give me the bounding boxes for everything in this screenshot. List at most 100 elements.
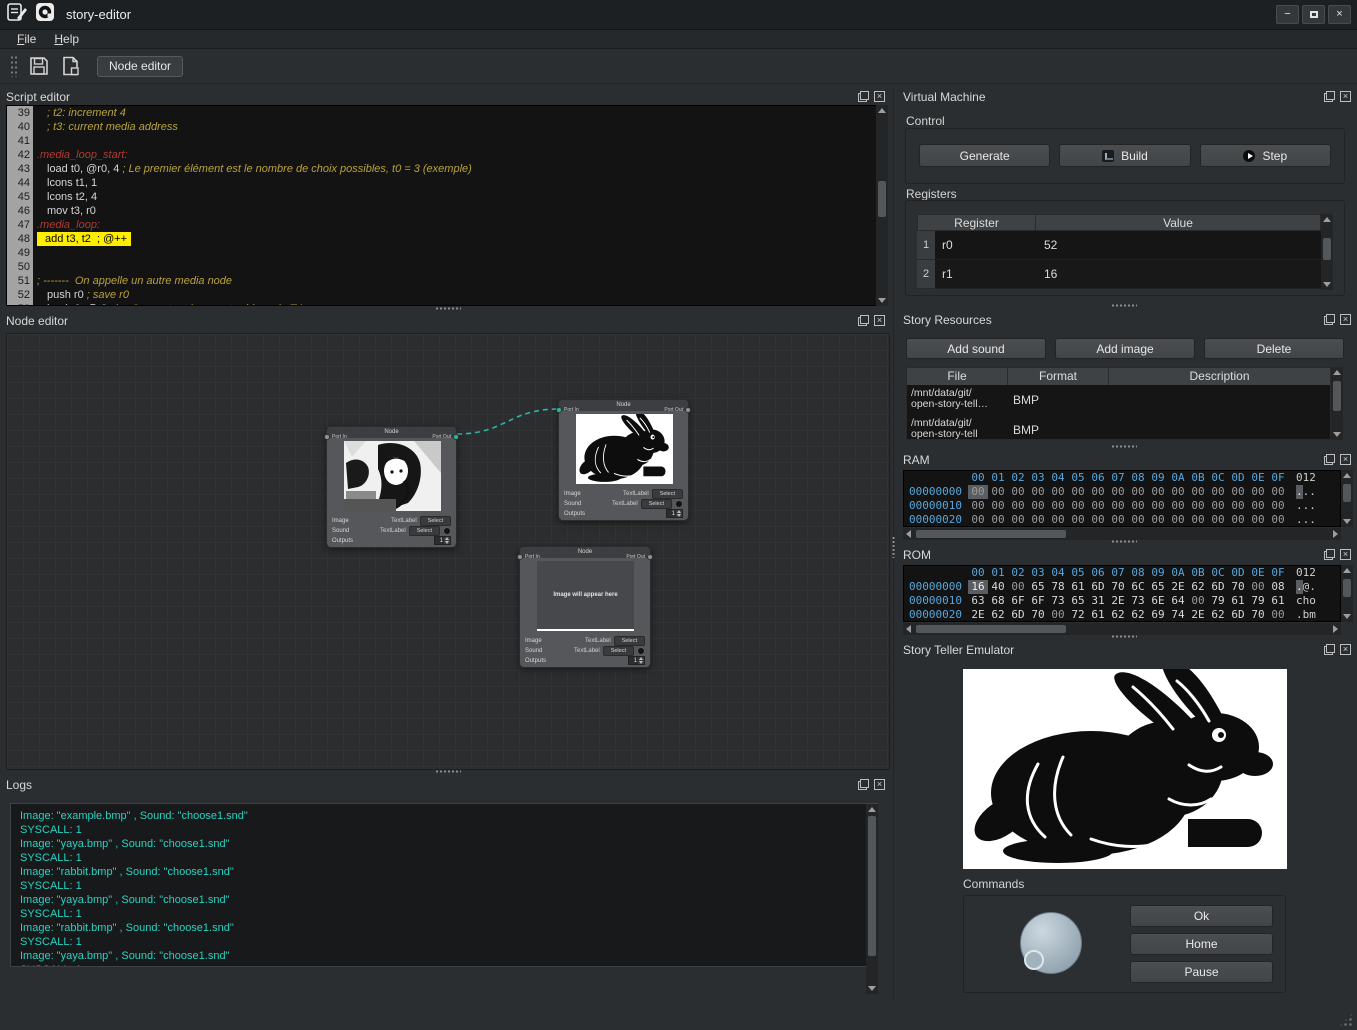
close-panel-icon[interactable]: × [874,779,885,790]
hex-byte[interactable]: 00 [1148,485,1168,499]
hex-row[interactable]: 0000001063686F6F7365312E736E640079617961… [904,594,1340,608]
hex-byte[interactable]: 00 [1128,485,1148,499]
hex-byte[interactable]: 00 [1108,513,1128,527]
hex-byte[interactable]: 00 [968,513,988,527]
spinner-up-icon[interactable] [677,510,681,513]
menu-file[interactable]: File [8,31,45,47]
port-out-dot[interactable] [647,554,653,560]
image-select-button[interactable]: Select [614,636,645,646]
save-button[interactable] [26,53,52,79]
script-line[interactable] [37,134,887,148]
splitter-handle[interactable] [435,769,461,774]
hex-byte[interactable]: 08 [1268,580,1288,594]
log-output[interactable]: Image: "example.bmp" , Sound: "choose1.s… [10,803,878,967]
hex-byte[interactable]: 69 [1148,608,1168,622]
hex-byte[interactable]: 73 [1128,594,1148,608]
generate-button[interactable]: Generate [919,144,1050,167]
hex-byte[interactable]: 00 [1148,513,1168,527]
close-panel-icon[interactable]: × [874,315,885,326]
hex-byte[interactable]: 00 [988,485,1008,499]
hex-byte[interactable]: 00 [1008,513,1028,527]
hex-byte[interactable]: 00 [1008,580,1028,594]
hex-byte[interactable]: 00 [1008,485,1028,499]
close-panel-icon[interactable]: × [1340,454,1351,465]
hex-byte[interactable]: 70 [1028,608,1048,622]
hex-byte[interactable]: 79 [1248,594,1268,608]
hex-byte[interactable]: 00 [1048,513,1068,527]
hex-byte[interactable]: 00 [1208,485,1228,499]
hex-byte[interactable]: 00 [1188,499,1208,513]
step-button[interactable]: Step [1200,144,1331,167]
rom-vscrollbar[interactable] [1341,565,1353,622]
close-button[interactable]: × [1328,5,1351,24]
node-canvas[interactable]: NodePort InPort OutImageTextLabelSelectS… [6,333,890,770]
float-panel-icon[interactable] [1324,314,1335,325]
script-line[interactable] [37,246,887,260]
outputs-spinner[interactable]: 1 [628,656,645,665]
hex-byte[interactable]: 65 [1068,594,1088,608]
menu-help[interactable]: Help [45,31,88,47]
port-in-dot[interactable] [324,434,330,440]
hex-byte[interactable]: 00 [1188,485,1208,499]
hex-byte[interactable]: 31 [1088,594,1108,608]
hex-byte[interactable]: 00 [1028,513,1048,527]
hex-byte[interactable]: 6D [1208,580,1228,594]
hex-byte[interactable]: 74 [1168,608,1188,622]
spinner-up-icon[interactable] [445,537,449,540]
port-in-dot[interactable] [517,554,523,560]
outputs-spinner[interactable]: 1 [434,536,451,545]
float-panel-icon[interactable] [858,91,869,102]
hex-byte[interactable]: 62 [1108,608,1128,622]
hex-byte[interactable]: 00 [1188,513,1208,527]
hex-byte[interactable]: 00 [1128,513,1148,527]
sound-play-button[interactable] [443,527,451,535]
hex-byte[interactable]: 00 [1008,499,1028,513]
hex-byte[interactable]: 00 [1268,608,1288,622]
format-column-header[interactable]: Format [1008,368,1109,385]
spinner-down-icon[interactable] [445,541,449,544]
hex-byte[interactable]: 00 [1188,594,1208,608]
hex-byte[interactable]: 6D [1228,608,1248,622]
spinner-down-icon[interactable] [639,661,643,664]
hex-byte[interactable]: 00 [1248,580,1268,594]
hex-byte[interactable]: 65 [1028,580,1048,594]
script-line[interactable]: ; t3: current media address [37,120,887,134]
hex-byte[interactable]: 00 [1248,499,1268,513]
hex-byte[interactable]: 00 [1148,499,1168,513]
add-image-button[interactable]: Add image [1055,338,1195,359]
image-select-button[interactable]: Select [652,489,683,499]
maximize-button[interactable] [1302,5,1325,24]
value-column-header[interactable]: Value [1036,215,1320,230]
splitter-handle[interactable] [1111,634,1137,639]
hex-row[interactable]: 000000001640006578616D706C652E626D700008… [904,580,1340,594]
hex-byte[interactable]: 79 [1208,594,1228,608]
rom-hex-view[interactable]: 000102030405060708090A0B0C0D0E0F01200000… [903,565,1341,622]
hex-byte[interactable]: 00 [1208,513,1228,527]
float-panel-icon[interactable] [858,315,869,326]
float-panel-icon[interactable] [1324,454,1335,465]
hex-byte[interactable]: 61 [1088,608,1108,622]
port-in[interactable]: Port In [556,407,579,413]
script-line[interactable]: .media_loop_start: [37,148,887,162]
hex-byte[interactable]: 00 [1068,499,1088,513]
script-line[interactable]: load t0, @r0, 4 ; Le premier élément est… [37,162,887,176]
hex-byte[interactable]: 73 [1048,594,1068,608]
hex-byte[interactable]: 00 [1168,485,1188,499]
hex-byte[interactable]: 16 [968,580,988,594]
hex-byte[interactable]: 00 [1248,513,1268,527]
hex-row[interactable]: 0000002000000000000000000000000000000000… [904,513,1340,527]
hex-byte[interactable]: 00 [1108,485,1128,499]
hex-row[interactable]: 0000000000000000000000000000000000000000… [904,485,1340,499]
port-out[interactable]: Port Out [626,554,653,560]
close-panel-icon[interactable]: × [1340,549,1351,560]
node-editor-toolbar-button[interactable]: Node editor [97,56,183,77]
script-line[interactable]: ; ------- On appelle un autre media node [37,274,887,288]
script-line[interactable]: push r0 ; save r0 [37,288,887,302]
hex-byte[interactable]: 00 [1228,513,1248,527]
ram-hex-view[interactable]: 000102030405060708090A0B0C0D0E0F01200000… [903,470,1341,527]
sound-select-button[interactable]: Select [409,526,440,536]
resource-row[interactable]: /mnt/data/git/open-story-tell…BMP [907,385,1330,415]
hex-row[interactable]: 000000202E626D70007261626269742E626D7000… [904,608,1340,622]
hex-byte[interactable]: 62 [1128,608,1148,622]
close-panel-icon[interactable]: × [874,91,885,102]
